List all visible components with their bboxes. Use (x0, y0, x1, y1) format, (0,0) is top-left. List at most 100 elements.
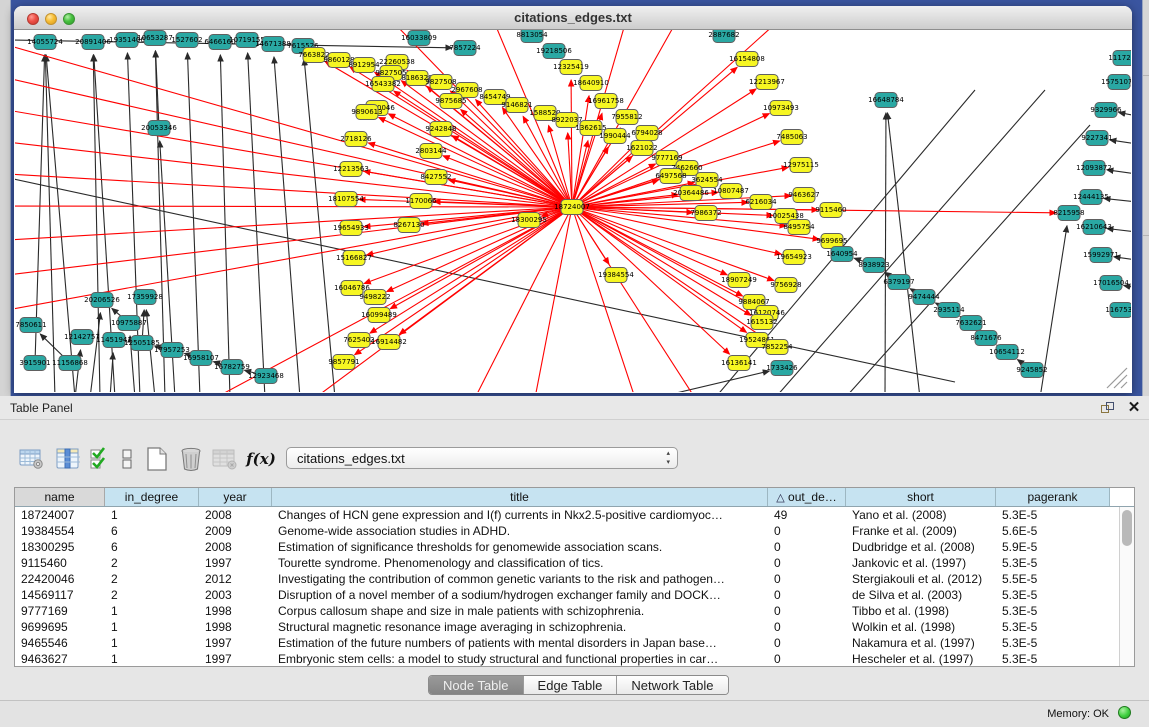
graph-node[interactable]: 8267130 (393, 218, 424, 233)
cell-year[interactable]: 2009 (199, 523, 272, 539)
graph-node[interactable]: 9498222 (359, 290, 390, 305)
cell-title[interactable]: Corpus callosum shape and size in male p… (272, 603, 768, 619)
graph-node[interactable]: 16210643 (1076, 220, 1112, 235)
cell-in_degree[interactable]: 2 (105, 555, 199, 571)
cell-in_degree[interactable]: 2 (105, 571, 199, 587)
cell-in_degree[interactable]: 1 (105, 635, 199, 651)
graph-node[interactable]: 9146821 (501, 98, 532, 113)
cell-title[interactable]: Estimation of significance thresholds fo… (272, 539, 768, 555)
table-row[interactable]: 946554611997Estimation of the future num… (15, 635, 1118, 651)
cell-out_de[interactable]: 0 (768, 571, 846, 587)
edge[interactable] (887, 113, 920, 392)
cell-short[interactable]: Stergiakouli et al. (2012) (846, 571, 996, 587)
cell-name[interactable]: 18300295 (15, 539, 105, 555)
cell-pagerank[interactable]: 5.3E-5 (996, 555, 1110, 571)
graph-node[interactable]: 12923468 (248, 369, 284, 384)
cell-out_de[interactable]: 0 (768, 539, 846, 555)
cell-year[interactable]: 2008 (199, 507, 272, 523)
column-header-out_de[interactable]: △ out_de… (768, 488, 846, 506)
edge[interactable] (367, 207, 572, 255)
cell-title[interactable]: Investigating the contribution of common… (272, 571, 768, 587)
graph-node[interactable]: 8813054 (516, 30, 548, 43)
graph-node[interactable]: 15166827 (336, 251, 372, 266)
graph-node[interactable]: 2887682 (708, 30, 739, 43)
table-settings-icon[interactable] (18, 446, 46, 472)
cell-pagerank[interactable]: 5.3E-5 (996, 507, 1110, 523)
graph-node[interactable]: 12213967 (749, 75, 785, 90)
network-canvas[interactable]: 1405572420891406193514061065328715276026… (15, 30, 1131, 392)
cell-name[interactable]: 9699695 (15, 619, 105, 635)
graph-node[interactable]: 16648784 (868, 93, 904, 108)
cell-title[interactable]: Estimation of the future numbers of pati… (272, 635, 768, 651)
graph-node[interactable]: 7986372 (690, 206, 721, 221)
edge[interactable] (572, 207, 774, 281)
graph-node[interactable]: 9227341 (1081, 131, 1112, 146)
graph-node[interactable]: 14055724 (27, 35, 63, 50)
graph-node[interactable]: 12444135 (1073, 190, 1109, 205)
cell-name[interactable]: 9115460 (15, 555, 105, 571)
graph-node[interactable]: 8471676 (970, 331, 1002, 346)
scrollbar-thumb[interactable] (1122, 510, 1132, 546)
edge[interactable] (15, 207, 572, 275)
graph-node[interactable]: 1990444 (599, 129, 631, 144)
cell-year[interactable]: 2008 (199, 539, 272, 555)
cell-out_de[interactable]: 49 (768, 507, 846, 523)
cell-pagerank[interactable]: 5.3E-5 (996, 587, 1110, 603)
graph-node[interactable]: 10973493 (763, 101, 799, 116)
cell-pagerank[interactable]: 5.3E-5 (996, 651, 1110, 666)
graph-node[interactable]: 10975887 (111, 316, 147, 331)
close-panel-icon[interactable]: ✕ (1127, 400, 1141, 416)
cell-out_de[interactable]: 0 (768, 523, 846, 539)
table-vertical-scrollbar[interactable] (1119, 507, 1134, 666)
cell-short[interactable]: de Silva et al. (2003) (846, 587, 996, 603)
cell-out_de[interactable]: 0 (768, 635, 846, 651)
graph-node[interactable]: 9890613 (351, 105, 382, 120)
cell-out_de[interactable]: 0 (768, 619, 846, 635)
graph-node[interactable]: 17359928 (127, 290, 163, 305)
cell-name[interactable]: 9777169 (15, 603, 105, 619)
table-row[interactable]: 2242004622012Investigating the contribut… (15, 571, 1118, 587)
cell-in_degree[interactable]: 6 (105, 523, 199, 539)
graph-node[interactable]: 2718126 (340, 132, 372, 147)
memory-status-indicator[interactable] (1118, 706, 1131, 719)
graph-node[interactable]: 12213563 (333, 162, 369, 177)
cell-pagerank[interactable]: 5.3E-5 (996, 603, 1110, 619)
graph-node[interactable]: 20891406 (75, 35, 111, 50)
graph-node[interactable]: 11156868 (52, 356, 88, 371)
cell-in_degree[interactable]: 1 (105, 651, 199, 666)
graph-node[interactable]: 10807487 (713, 184, 749, 199)
graph-node[interactable]: 19654933 (333, 221, 369, 236)
graph-node[interactable]: 8938923 (858, 258, 889, 273)
cell-year[interactable]: 1998 (199, 603, 272, 619)
cell-in_degree[interactable]: 1 (105, 619, 199, 635)
edge[interactable] (572, 207, 751, 315)
cell-year[interactable]: 2012 (199, 571, 272, 587)
window-resize-grip[interactable] (1107, 368, 1127, 388)
graph-node[interactable]: 9329966 (1090, 103, 1122, 118)
graph-node[interactable]: 16033809 (401, 31, 437, 46)
edge[interactable] (215, 207, 572, 392)
edge[interactable] (572, 207, 730, 354)
cell-in_degree[interactable]: 2 (105, 587, 199, 603)
cell-short[interactable]: Jankovic et al. (1997) (846, 555, 996, 571)
cell-name[interactable]: 18724007 (15, 507, 105, 523)
cell-name[interactable]: 19384554 (15, 523, 105, 539)
cell-title[interactable]: Structural magnetic resonance image aver… (272, 619, 768, 635)
edge[interactable] (535, 207, 572, 392)
cell-name[interactable]: 9463627 (15, 651, 105, 666)
cell-out_de[interactable]: 0 (768, 555, 846, 571)
table-row[interactable]: 1456911722003Disruption of a novel membe… (15, 587, 1118, 603)
table-row[interactable]: 946362711997Embryonic stem cells: a mode… (15, 651, 1118, 666)
cell-year[interactable]: 1997 (199, 635, 272, 651)
edge[interactable] (15, 174, 572, 207)
cell-short[interactable]: Franke et al. (2009) (846, 523, 996, 539)
table-row[interactable]: 977716911998Corpus callosum shape and si… (15, 603, 1118, 619)
cell-short[interactable]: Tibbo et al. (1998) (846, 603, 996, 619)
cell-title[interactable]: Embryonic stem cells: a model to study s… (272, 651, 768, 666)
graph-node[interactable]: 9242848 (425, 122, 456, 137)
cell-pagerank[interactable]: 5.5E-5 (996, 571, 1110, 587)
table-row[interactable]: 1872400712008Changes of HCN gene express… (15, 507, 1118, 523)
edge[interactable] (15, 207, 572, 240)
graph-node[interactable]: 18300295 (511, 213, 547, 228)
graph-node[interactable]: 3915901 (19, 356, 50, 371)
